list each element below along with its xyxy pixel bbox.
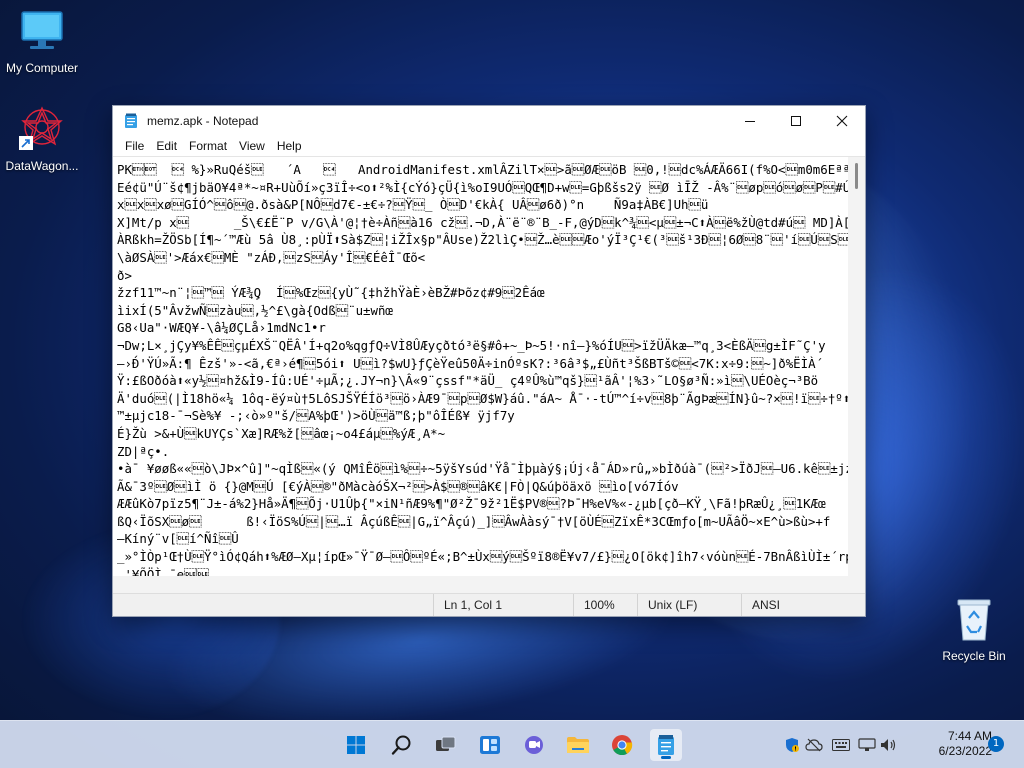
- minimize-button[interactable]: [727, 106, 773, 136]
- text-line: \àØSÀ'>Æáx€MÈ "zÁÐ,zSÁy'Î€ÉêÎ¯Œõ<: [117, 249, 426, 265]
- desktop-icon-recycle-bin[interactable]: Recycle Bin: [932, 596, 1016, 663]
- text-line: ¬Dw;L×¸jÇy¥%ÊÊçµÉXŠ¨QËÂ'Í+q2o%qgƒQ÷VÌ8Û…: [117, 337, 826, 353]
- text-line: Eé¢ü"Ú¨š¢¶jbäO¥4ª*~¤R+UùÕí»ç3ïÎ÷<o⬆²%Ì{c…: [117, 179, 848, 195]
- desktop-icon-my-computer[interactable]: My Computer: [0, 10, 84, 75]
- chrome-button[interactable]: [606, 729, 638, 761]
- monitor-icon: [21, 11, 63, 49]
- text-line: _'¥ÕÖÌ¸¯e: [117, 566, 209, 576]
- text-line: _»°ÌÒp¹Œ†ÙŸ°ìÓ¢Qáh⬆%ÆØ–Xµ¦ípŒ»¯Ÿ¯Ø–Ôº…: [117, 549, 848, 565]
- status-bar: Ln 1, Col 1 100% Unix (LF) ANSI: [113, 593, 865, 616]
- close-button[interactable]: [819, 106, 865, 136]
- text-line: É}Žù >&+ÙkUYÇs`Xæ]RÆ%ž[âœ¡~o4£áµ%ýÆ¸A…: [117, 425, 446, 441]
- cloud-offline-icon: [805, 738, 823, 752]
- taskbar: 7:44 AM 6/23/2022: [0, 720, 1024, 768]
- minimize-icon: [745, 121, 755, 122]
- desktop-icon-label: Recycle Bin: [942, 649, 1006, 663]
- file-explorer-icon: [567, 737, 589, 753]
- network-ethernet-icon: [858, 738, 876, 751]
- security-tray-button[interactable]: [782, 737, 802, 753]
- shield-warning-icon: [786, 738, 799, 752]
- text-line: žzf11™~n¨¦™ ÝÆ¾̧Q Í%Œz{yÙ˜{‡hžhŸàÈ›è…: [117, 285, 545, 301]
- text-line: ÀRßkh=ŽÖSb[Í¶~´™Æù 5â Ù8¸:pÙÏ⬆Sà$Z¦iŽÎx…: [117, 232, 848, 248]
- onedrive-tray-button[interactable]: [802, 738, 826, 752]
- menu-view[interactable]: View: [233, 139, 271, 153]
- text-line: ™±µjc18-¯¬Sè%¥ -;‹ò»º"š/A%þŒ')>öÙä™ß;þ…: [117, 408, 515, 424]
- menu-format[interactable]: Format: [183, 139, 233, 153]
- text-line: ÆÆûKò7pïz5¶¨J±-á%2}Hå»Ä¶Õj·U1Ûþ{"×iN¹ñÆ…: [117, 496, 826, 512]
- widgets-icon: [480, 736, 500, 754]
- notification-badge[interactable]: 1: [988, 736, 1004, 752]
- vertical-scrollbar[interactable]: [848, 157, 865, 576]
- text-line: G8‹Ua"·WÆQ¥-\â¼ØÇLå›1mdNc1•r: [117, 320, 326, 336]
- text-line: —Kíný¨v[í^ÑîÛ: [117, 531, 239, 547]
- title-bar[interactable]: memz.apk - Notepad: [113, 106, 865, 136]
- notepad-icon: [658, 735, 674, 755]
- status-encoding: ANSI: [741, 594, 861, 616]
- text-line: Ã&¯3ºØìÌ ö {}@MÚ [€ýÀ®"ðMàcàóŠX¬²>À…: [117, 478, 679, 494]
- notepad-taskbar-button[interactable]: [650, 729, 682, 761]
- text-line: ìixÍ(5"ÂvžwÑzàu,½^£\gà{Odß¨u±wñœ: [117, 302, 393, 318]
- text-line: Ä'duó(|Ì18hö«¼ 1ôq-ëý¤ù†5LôSJŠŸÉÍö³ö›À…: [117, 390, 848, 406]
- status-zoom: 100%: [573, 594, 637, 616]
- text-line: Ÿ:£ßOðóà⬆«y½¤hž&Ì9-Íû:UÉ'÷µÃ;¿.JY¬n}\Â«…: [117, 373, 819, 389]
- clock-time: 7:44 AM: [947, 729, 992, 743]
- clock[interactable]: 7:44 AM 6/23/2022: [916, 729, 992, 759]
- search-button[interactable]: [386, 729, 418, 761]
- chrome-icon: [612, 735, 633, 756]
- file-explorer-button[interactable]: [562, 729, 594, 761]
- system-tray: [782, 721, 900, 768]
- status-line-ending: Unix (LF): [637, 594, 741, 616]
- volume-tray-button[interactable]: [878, 738, 900, 752]
- text-line: xxxøGÍÓ^ô@.ðsà&P[NÔd7€-±€÷?Ÿ_ Ò…: [117, 197, 709, 213]
- window-title: memz.apk - Notepad: [147, 114, 259, 128]
- notepad-icon: [125, 113, 137, 128]
- scrollbar-thumb[interactable]: [855, 163, 858, 189]
- teams-chat-button[interactable]: [518, 729, 550, 761]
- menu-bar: File Edit Format View Help: [113, 136, 865, 156]
- editor-area: PK  %}»RuQéš ´A  AndroidManifest.xm…: [113, 156, 865, 593]
- windows-start-icon: [347, 736, 365, 754]
- search-icon: [391, 735, 411, 755]
- desktop-icon-label: My Computer: [5, 61, 79, 75]
- task-view-button[interactable]: [430, 729, 462, 761]
- clock-date: 6/23/2022: [938, 744, 992, 758]
- datawagon-logo-icon: [19, 106, 63, 150]
- active-app-indicator: [661, 756, 671, 759]
- desktop-icon-label: DataWagon...: [5, 159, 79, 173]
- menu-help[interactable]: Help: [271, 139, 308, 153]
- text-editor[interactable]: PK  %}»RuQéš ´A  AndroidManifest.xm…: [113, 157, 848, 576]
- desktop-icon-datawagon[interactable]: DataWagon...: [0, 104, 84, 173]
- text-line: ð>: [117, 267, 132, 283]
- start-button[interactable]: [340, 729, 372, 761]
- scrollbar-corner: [848, 576, 865, 593]
- text-line: •à¯ ¥øøß««ò\JÞ×^û]"~qÌß«(ý QMîÊöì%÷~…: [117, 461, 848, 477]
- network-tray-button[interactable]: [856, 738, 878, 752]
- notepad-window: memz.apk - Notepad File Edit Format View…: [112, 105, 866, 617]
- horizontal-scrollbar[interactable]: [113, 576, 848, 593]
- text-line: PK  %}»RuQéš ´A  AndroidManifest.xm…: [117, 162, 848, 177]
- volume-icon: [881, 739, 896, 751]
- keyboard-tray-button[interactable]: [826, 739, 856, 751]
- teams-chat-icon: [525, 736, 543, 754]
- text-line: –›Ð́'ŸÚ»Ã:¶ Êzš'»-<ã,€ª›é¶5ói⬆ Uì?$wU}…: [117, 355, 824, 371]
- text-line: ZD|ªç•.: [117, 443, 170, 459]
- task-view-icon: [436, 736, 456, 751]
- text-line: X]Mt/p x _Š\€£Ë¨P v/G\À'@¦†è÷Àñà16 cž…: [117, 214, 848, 230]
- close-icon: [836, 115, 848, 127]
- maximize-icon: [791, 116, 801, 126]
- keyboard-icon: [832, 739, 850, 751]
- status-cursor-position: Ln 1, Col 1: [433, 594, 573, 616]
- menu-edit[interactable]: Edit: [150, 139, 183, 153]
- maximize-button[interactable]: [773, 106, 819, 136]
- menu-file[interactable]: File: [119, 139, 150, 153]
- text-line: ßQ‹ÏõSXø ß!‹ÏöS%Ú|…ï ÂçúßÊ|G„ï^Âçú)…: [117, 513, 831, 529]
- widgets-button[interactable]: [474, 729, 506, 761]
- recycle-bin-icon: [957, 599, 991, 641]
